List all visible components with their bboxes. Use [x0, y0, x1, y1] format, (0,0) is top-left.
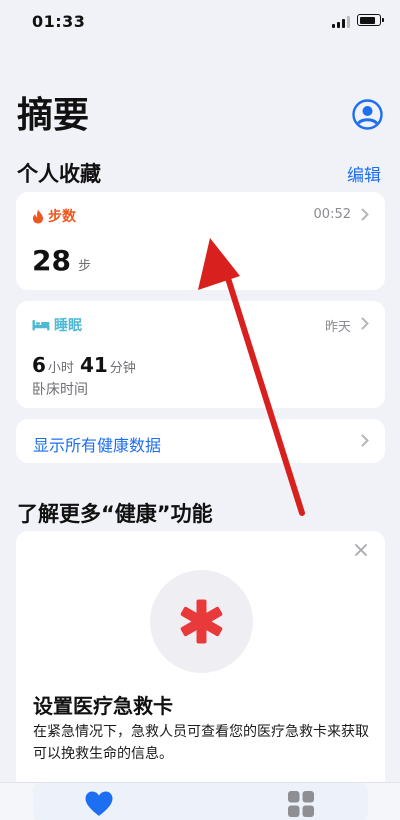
chevron-right-icon — [361, 208, 369, 221]
close-icon[interactable] — [354, 543, 368, 557]
medical-id-description: 在紧急情况下，急救人员可查看您的医疗急救卡来获取可以挽救生命的信息。 — [33, 724, 369, 762]
steps-time: 00:52 — [313, 207, 351, 222]
steps-card[interactable]: 步数 00:52 28 步 — [16, 192, 385, 290]
tab-bar — [0, 782, 400, 820]
sleep-hours-unit: 小时 — [47, 361, 74, 376]
steps-header: 步数 — [32, 206, 76, 226]
medical-id-title: 设置医疗急救卡 — [33, 694, 173, 718]
medical-icon-circle — [150, 570, 253, 673]
signal-icon — [332, 16, 350, 28]
battery-icon — [357, 14, 384, 26]
learn-more-heading: 了解更多“健康”功能 — [17, 502, 213, 526]
sleep-time: 昨天 — [324, 320, 351, 335]
flame-icon — [33, 209, 43, 223]
person-circle-icon[interactable] — [352, 99, 383, 130]
sleep-hours: 6 — [32, 353, 46, 377]
edit-button[interactable]: 编辑 — [347, 161, 381, 186]
steps-label: 步数 — [48, 209, 76, 225]
show-all-health-data-button[interactable]: 显示所有健康数据 — [16, 419, 385, 463]
sleep-minutes: 41 — [79, 353, 108, 377]
bed-icon — [32, 320, 50, 331]
sleep-value-row: 6 小时 41 分钟 — [32, 353, 136, 377]
medical-id-card[interactable]: 设置医疗急救卡 在紧急情况下，急救人员可查看您的医疗急救卡来获取可以挽救生命的信… — [16, 531, 385, 820]
steps-value-row: 28 步 — [32, 244, 91, 277]
page-title: 摘要 — [17, 95, 90, 136]
steps-value: 28 — [32, 244, 71, 277]
health-app-screen: 01:33 摘要 个人收藏 编辑 步数 00:52 28 步 睡眠 昨天 6 小… — [0, 0, 400, 820]
status-time: 01:33 — [32, 12, 86, 31]
sleep-caption: 卧床时间 — [32, 382, 88, 398]
favorites-heading: 个人收藏 — [17, 162, 101, 186]
sleep-header: 睡眠 — [32, 315, 82, 335]
sleep-card[interactable]: 睡眠 昨天 6 小时 41 分钟 卧床时间 — [16, 301, 385, 408]
sleep-label: 睡眠 — [54, 318, 82, 334]
sleep-minutes-unit: 分钟 — [109, 361, 136, 376]
chevron-right-icon — [361, 317, 369, 330]
chevron-right-icon — [361, 434, 369, 447]
show-all-label: 显示所有健康数据 — [33, 436, 162, 455]
status-bar: 01:33 — [0, 0, 400, 44]
medical-asterisk-icon — [180, 599, 223, 644]
steps-unit: 步 — [78, 259, 92, 274]
grid-icon[interactable] — [287, 790, 315, 818]
heart-icon[interactable] — [84, 790, 114, 817]
